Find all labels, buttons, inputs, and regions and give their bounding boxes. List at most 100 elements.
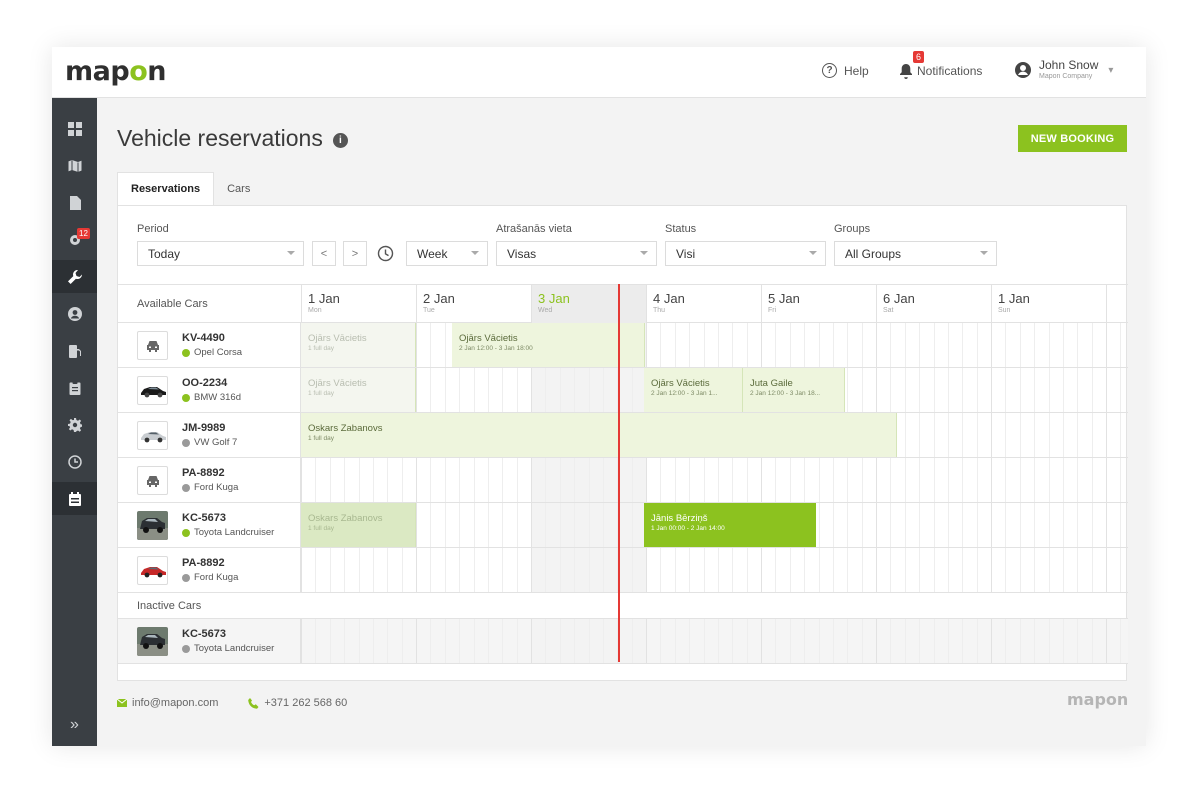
grid-line xyxy=(948,323,949,367)
settings-alert-icon[interactable]: 12 xyxy=(52,223,97,256)
booking-time: 1 full day xyxy=(308,345,335,352)
booking-block[interactable]: Ojārs Vācietis 2 Jan 12:00 - 3 Jan 18:00 xyxy=(452,323,645,367)
map-icon[interactable] xyxy=(52,149,97,182)
booking-block[interactable]: Ojārs Vācietis 2 Jan 12:00 - 3 Jan 1... xyxy=(644,368,743,412)
status-value: Visi xyxy=(676,246,696,261)
view-select[interactable]: Week xyxy=(406,241,488,266)
booking-block[interactable]: Oskars Zabanovs 1 full day xyxy=(301,413,897,457)
booking-block[interactable]: Jānis Bērziņš 1 Jan 00:00 - 2 Jan 14:00 xyxy=(644,503,816,547)
grid-line xyxy=(1120,458,1121,502)
grid-line xyxy=(474,619,475,663)
grid-line xyxy=(1005,323,1006,367)
fuel-icon[interactable] xyxy=(52,334,97,367)
day-date: 4 Jan xyxy=(653,291,685,306)
day-header-overflow xyxy=(1106,285,1128,323)
booking-name: Ojārs Vācietis xyxy=(308,378,367,389)
grid-line xyxy=(445,503,446,547)
grid-line xyxy=(890,368,891,412)
car-plate: PA-8892 xyxy=(182,557,225,569)
help-link[interactable]: ? Help xyxy=(822,63,869,78)
previous-button[interactable]: < xyxy=(312,241,336,266)
grid-line xyxy=(1049,413,1050,457)
calendar-icon[interactable] xyxy=(52,482,97,515)
grid-line xyxy=(574,548,575,592)
footer-email[interactable]: info@mapon.com xyxy=(132,697,218,709)
user-menu[interactable]: John Snow Mapon Company ▾ xyxy=(1015,59,1113,81)
grid-line xyxy=(416,548,417,592)
grid-line xyxy=(1005,619,1006,663)
tab-cars[interactable]: Cars xyxy=(214,172,263,205)
grid-line xyxy=(416,503,417,547)
notifications-link[interactable]: 6 Notifications xyxy=(899,51,982,79)
booking-block[interactable]: Ojārs Vācietis 1 full day xyxy=(301,323,416,367)
dashboard-icon[interactable] xyxy=(52,112,97,145)
expand-sidebar-icon[interactable]: » xyxy=(52,704,97,746)
grid-line xyxy=(574,619,575,663)
grid-line xyxy=(589,619,590,663)
grid-line xyxy=(502,458,503,502)
grid-line xyxy=(603,619,604,663)
car-info[interactable]: KC-5673 Toyota Landcruiser xyxy=(118,619,301,663)
user-icon[interactable] xyxy=(52,297,97,330)
grid-line xyxy=(890,503,891,547)
grid-line xyxy=(502,619,503,663)
gear-icon[interactable] xyxy=(52,408,97,441)
grid-line xyxy=(1120,503,1121,547)
new-booking-button[interactable]: NEW BOOKING xyxy=(1018,125,1127,152)
car-info[interactable]: KV-4490 Opel Corsa xyxy=(118,323,301,367)
clock-button[interactable] xyxy=(374,241,396,266)
car-photo-icon xyxy=(137,627,168,656)
car-row: JM-9989 VW Golf 7 Oskars Zabanovs 1 full… xyxy=(118,413,1128,458)
tab-reservations[interactable]: Reservations xyxy=(117,172,215,205)
grid-line xyxy=(775,619,776,663)
user-name: John Snow xyxy=(1039,58,1099,72)
row-grid xyxy=(301,548,1128,592)
period-label: Period xyxy=(137,223,169,235)
grid-line xyxy=(1092,503,1093,547)
grid-line xyxy=(330,619,331,663)
grid-line xyxy=(1020,458,1021,502)
booking-block[interactable]: Oskars Zabanovs 1 full day xyxy=(301,503,416,547)
car-info[interactable]: KC-5673 Toyota Landcruiser xyxy=(118,503,301,547)
grid-line xyxy=(445,548,446,592)
grid-line xyxy=(962,548,963,592)
info-icon[interactable]: i xyxy=(332,133,348,148)
grid-line xyxy=(1005,458,1006,502)
car-model-text: BMW 316d xyxy=(194,392,241,403)
status-select[interactable]: Visi xyxy=(665,241,826,266)
car-model-text: Toyota Landcruiser xyxy=(194,527,275,538)
document-icon[interactable] xyxy=(52,186,97,219)
timer-icon[interactable] xyxy=(52,445,97,478)
day-header-today: 3 Jan Wed xyxy=(531,285,646,323)
grid-line xyxy=(660,619,661,663)
booking-block[interactable]: Juta Gaile 2 Jan 12:00 - 3 Jan 18... xyxy=(743,368,845,412)
footer-phone[interactable]: +371 262 568 60 xyxy=(264,697,347,709)
day-header: 1 Jan Sun xyxy=(991,285,1106,323)
car-info[interactable]: PA-8892 Ford Kuga xyxy=(118,548,301,592)
grid-line xyxy=(1034,323,1035,367)
grid-line xyxy=(689,619,690,663)
grid-line xyxy=(315,619,316,663)
car-info[interactable]: OO-2234 BMW 316d xyxy=(118,368,301,412)
clipboard-icon[interactable] xyxy=(52,371,97,404)
grid-line xyxy=(1063,413,1064,457)
period-select[interactable]: Today xyxy=(137,241,304,266)
day-date: 6 Jan xyxy=(883,291,915,306)
booking-block[interactable]: Ojārs Vācietis 1 full day xyxy=(301,368,416,412)
grid-line xyxy=(862,548,863,592)
next-button[interactable]: > xyxy=(343,241,367,266)
wrench-icon[interactable] xyxy=(52,260,97,293)
grid-line xyxy=(962,323,963,367)
car-info[interactable]: JM-9989 VW Golf 7 xyxy=(118,413,301,457)
mapon-logo[interactable]: mapon xyxy=(65,56,166,87)
grid-line xyxy=(1092,548,1093,592)
grid-line xyxy=(517,458,518,502)
car-photo-icon xyxy=(137,511,168,540)
status-dot-icon xyxy=(182,573,190,582)
location-select[interactable]: Visas xyxy=(496,241,657,266)
grid-line xyxy=(977,619,978,663)
car-info[interactable]: PA-8892 Ford Kuga xyxy=(118,458,301,502)
groups-select[interactable]: All Groups xyxy=(834,241,997,266)
grid-line xyxy=(704,619,705,663)
grid-line xyxy=(704,323,705,367)
